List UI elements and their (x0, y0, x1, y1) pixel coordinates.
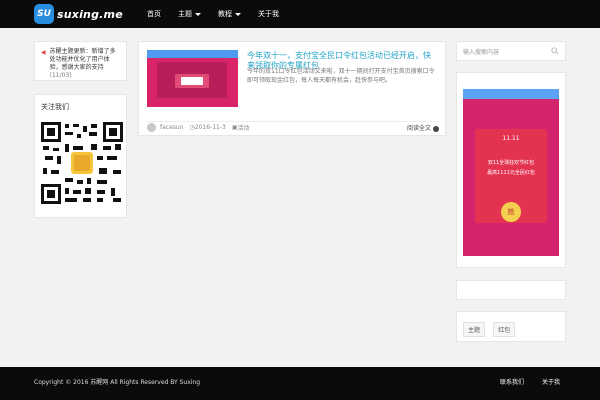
phone-status-bar (463, 89, 559, 99)
footer-link-about[interactable]: 关于我 (542, 377, 560, 386)
notice-text: 苏醒主题更新：新增了多处功能并优化了用户体验，感谢大家的支持 (11/03) (49, 48, 116, 79)
chevron-down-icon (235, 12, 241, 16)
ad-line-2: 最高1111元全民红包 (487, 170, 535, 176)
nav-label: 教程 (218, 10, 232, 18)
notice-widget: ◀ 苏醒主题更新：新增了多处功能并优化了用户体验，感谢大家的支持 (11/03) (34, 41, 127, 81)
sidebar-ad-widget: 11.11 双11全球狂欢节红包 最高1111元全民红包 抢 (456, 72, 566, 268)
search-icon[interactable] (551, 47, 559, 55)
tag-item[interactable]: 主题 (463, 322, 486, 337)
post-date: 2016-11-3 (194, 124, 226, 131)
post-excerpt: 今年的双11口令红包活动又来啦，双十一期间打开支付宝首页搜索口令即可领取现金红包… (247, 68, 435, 84)
nav-label: 关于我 (258, 10, 279, 18)
nav-item-tutorials[interactable]: 教程 (218, 0, 241, 28)
nav-item-about[interactable]: 关于我 (258, 0, 279, 28)
avatar (147, 123, 156, 132)
post-author[interactable]: facesun (160, 124, 184, 131)
megaphone-icon: ◀ (41, 49, 46, 56)
qr-widget-title: 关注我们 (41, 103, 69, 111)
post-meta: facesun ◷ 2016-11-3 ▣ 活动 阅读全文 (147, 121, 439, 133)
tag-cloud: 主题 红包 (456, 311, 566, 342)
sidebar-empty-widget (456, 280, 566, 300)
logo-badge: SU (34, 4, 54, 24)
footer-link-contact[interactable]: 联系我们 (500, 377, 524, 386)
notice-item[interactable]: ◀ 苏醒主题更新：新增了多处功能并优化了用户体验，感谢大家的支持 (11/03) (41, 48, 120, 80)
logo-text: suxing.me (57, 7, 123, 21)
qr-widget: 关注我们 (34, 94, 127, 218)
qr-code (41, 122, 123, 204)
site-logo[interactable]: SU suxing.me (34, 4, 123, 24)
nav-label: 主题 (178, 10, 192, 18)
read-more-label: 阅读全文 (406, 125, 431, 132)
tag-item[interactable]: 红包 (493, 322, 516, 337)
ad-image[interactable]: 11.11 双11全球狂欢节红包 最高1111元全民红包 抢 (463, 89, 559, 256)
ad-line-1: 双11全球狂欢节红包 (487, 160, 535, 166)
grab-button[interactable]: 抢 (501, 202, 521, 222)
copyright-text: Copyright © 2016 苏醒网 All Rights Reserved… (34, 379, 201, 386)
ad-badge: 11.11 (502, 135, 520, 142)
post-card: 今年双十一，支付宝全民口令红包活动已经开启，快来领取你的专属红包 今年的双11口… (138, 41, 446, 136)
search-input[interactable]: 输入搜索内容 (463, 47, 499, 56)
nav-item-home[interactable]: 首页 (147, 0, 161, 28)
main-nav: 首页 主题 教程 关于我 (147, 0, 296, 28)
chevron-down-icon (195, 12, 201, 16)
top-navigation-bar: SU suxing.me 首页 主题 教程 关于我 (0, 0, 600, 28)
footer: Copyright © 2016 苏醒网 All Rights Reserved… (0, 367, 600, 400)
notice-date: (11/03) (49, 72, 72, 79)
footer-links: 联系我们 关于我 (500, 377, 560, 386)
post-thumbnail[interactable] (147, 50, 238, 107)
search-box: 输入搜索内容 (456, 41, 566, 61)
read-more-link[interactable]: 阅读全文 (407, 123, 439, 132)
post-category[interactable]: 活动 (238, 123, 250, 132)
nav-label: 首页 (147, 10, 161, 18)
arrow-circle-icon (433, 125, 439, 132)
nav-item-themes[interactable]: 主题 (178, 0, 201, 28)
